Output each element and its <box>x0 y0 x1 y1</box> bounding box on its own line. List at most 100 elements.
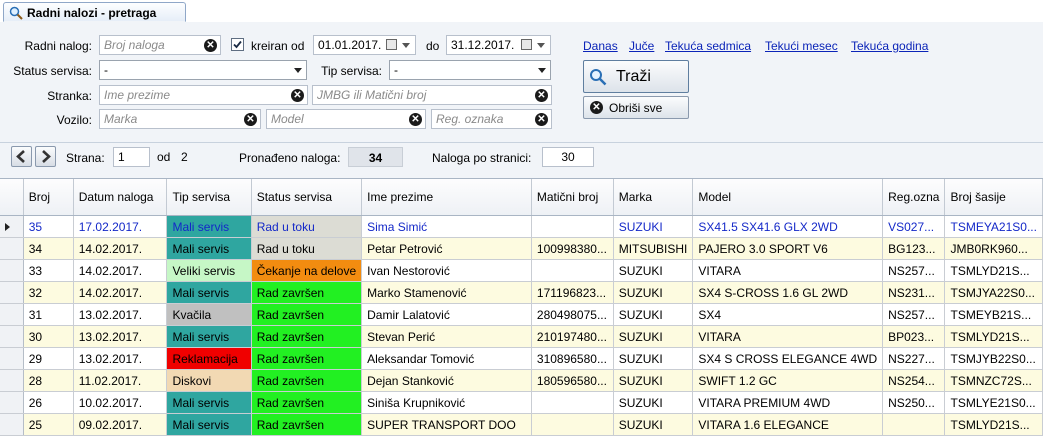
cell-model[interactable]: SX4 <box>692 303 884 326</box>
per-page-input[interactable]: 30 <box>542 147 594 167</box>
cell-ime[interactable]: Stevan Perić <box>361 325 532 348</box>
row-indicator[interactable] <box>0 413 24 436</box>
tab-radni-nalozi-pretraga[interactable]: Radni nalozi - pretraga <box>3 2 186 22</box>
cell-sasija[interactable]: TSMEYB21S... <box>944 303 1043 326</box>
cell-maticni[interactable] <box>531 215 614 238</box>
cell-tip[interactable]: Kvačila <box>166 303 252 326</box>
reg-oznaka-input[interactable]: Reg. oznaka ✕ <box>431 109 552 129</box>
cell-reg[interactable]: NS257... <box>882 259 946 282</box>
cell-reg[interactable]: NS257... <box>882 303 946 326</box>
cell-tip[interactable]: Reklamacija <box>166 347 252 370</box>
cell-datum[interactable]: 14.02.2017. <box>73 281 168 304</box>
marka-input[interactable]: Marka ✕ <box>99 109 261 129</box>
link-tekuca-godina[interactable]: Tekuća godina <box>851 39 928 53</box>
row-indicator[interactable] <box>0 369 24 392</box>
cell-model[interactable]: VITARA PREMIUM 4WD <box>692 391 884 414</box>
cell-tip[interactable]: Mali servis <box>166 391 252 414</box>
column-header-model[interactable]: Model <box>692 179 884 216</box>
link-tekuca-sedmica[interactable]: Tekuća sedmica <box>665 39 751 53</box>
broj-naloga-input[interactable]: Broj naloga ✕ <box>99 35 221 55</box>
cell-sasija[interactable]: TSMJYB22S0... <box>944 347 1043 370</box>
link-tekuci-mesec[interactable]: Tekući mesec <box>765 39 838 53</box>
table-row[interactable]: 34 14.02.2017. Mali servis Rad u toku Petar … <box>0 237 1043 260</box>
column-header-status[interactable]: Status servisa <box>251 179 363 216</box>
cell-status[interactable]: Rad završen <box>251 391 363 414</box>
cell-marka[interactable]: SUZUKI <box>613 215 694 238</box>
cell-datum[interactable]: 14.02.2017. <box>73 237 168 260</box>
ime-prezime-input[interactable]: Ime prezime ✕ <box>99 85 308 105</box>
table-row[interactable]: 32 14.02.2017. Mali servis Rad završen Marko… <box>0 281 1043 304</box>
cell-sasija[interactable]: JMB0RK960... <box>944 237 1043 260</box>
cell-datum[interactable]: 09.02.2017. <box>73 413 168 436</box>
row-indicator[interactable] <box>0 391 24 414</box>
cell-ime[interactable]: Dejan Stanković <box>361 369 532 392</box>
clear-icon[interactable]: ✕ <box>244 113 257 126</box>
cell-maticni[interactable]: 180596580... <box>531 369 614 392</box>
cell-ime[interactable]: SUPER TRANSPORT DOO <box>361 413 532 436</box>
table-row[interactable]: 35 17.02.2017. Mali servis Rad u toku Sima S… <box>0 215 1043 238</box>
cell-status[interactable]: Rad završen <box>251 369 363 392</box>
cell-sasija[interactable]: TSMNZC72S... <box>944 369 1043 392</box>
cell-maticni[interactable]: 210197480... <box>531 325 614 348</box>
cell-reg[interactable]: NS231... <box>882 281 946 304</box>
cell-broj[interactable]: 31 <box>23 303 74 326</box>
cell-tip[interactable]: Veliki servis <box>166 259 252 282</box>
clear-icon[interactable]: ✕ <box>204 39 217 52</box>
kreiran-od-checkbox[interactable] <box>231 38 244 51</box>
next-page-button[interactable] <box>35 146 56 167</box>
cell-broj[interactable]: 33 <box>23 259 74 282</box>
cell-status[interactable]: Rad završen <box>251 303 363 326</box>
cell-ime[interactable]: Sima Simić <box>361 215 532 238</box>
link-juce[interactable]: Juče <box>629 39 654 53</box>
table-row[interactable]: 31 13.02.2017. Kvačila Rad završen Damir Lal… <box>0 303 1043 326</box>
cell-model[interactable]: SX4 S-CROSS 1.6 GL 2WD <box>692 281 884 304</box>
cell-marka[interactable]: SUZUKI <box>613 303 694 326</box>
row-indicator[interactable] <box>0 303 24 326</box>
calendar-icon[interactable] <box>386 39 397 50</box>
cell-datum[interactable]: 13.02.2017. <box>73 347 168 370</box>
cell-sasija[interactable]: TSMLYE21S0... <box>944 391 1043 414</box>
table-row[interactable]: 28 11.02.2017. Diskovi Rad završen Dejan Sta… <box>0 369 1043 392</box>
previous-page-button[interactable] <box>11 146 32 167</box>
cell-tip[interactable]: Mali servis <box>166 215 252 238</box>
cell-maticni[interactable] <box>531 413 614 436</box>
date-to-input[interactable]: 31.12.2017. <box>446 35 551 55</box>
cell-tip[interactable]: Diskovi <box>166 369 252 392</box>
cell-sasija[interactable]: TSMLYD21S... <box>944 259 1043 282</box>
cell-marka[interactable]: MITSUBISHI <box>613 237 694 260</box>
row-indicator[interactable] <box>0 237 24 260</box>
row-indicator[interactable] <box>0 259 24 282</box>
cell-tip[interactable]: Mali servis <box>166 325 252 348</box>
cell-broj[interactable]: 26 <box>23 391 74 414</box>
cell-broj[interactable]: 32 <box>23 281 74 304</box>
status-servisa-select[interactable]: - <box>99 60 307 80</box>
cell-broj[interactable]: 30 <box>23 325 74 348</box>
column-header-sasija[interactable]: Broj šasije <box>944 179 1043 216</box>
page-input[interactable]: 1 <box>113 147 150 167</box>
clear-icon[interactable]: ✕ <box>535 89 548 102</box>
cell-maticni[interactable]: 310896580... <box>531 347 614 370</box>
table-row[interactable]: 30 13.02.2017. Mali servis Rad završen Steva… <box>0 325 1043 348</box>
column-header-broj[interactable]: Broj <box>23 179 74 216</box>
cell-reg[interactable]: NS250... <box>882 391 946 414</box>
trazi-button[interactable]: Traži <box>583 60 689 93</box>
date-from-input[interactable]: 01.01.2017. <box>313 35 416 55</box>
cell-maticni[interactable]: 171196823... <box>531 281 614 304</box>
cell-maticni[interactable]: 100998380... <box>531 237 614 260</box>
cell-model[interactable]: SX41.5 SX41.6 GLX 2WD <box>692 215 884 238</box>
row-indicator[interactable] <box>0 281 24 304</box>
column-header-datum[interactable]: Datum naloga <box>73 179 168 216</box>
cell-model[interactable]: SWIFT 1.2 GC <box>692 369 884 392</box>
cell-marka[interactable]: SUZUKI <box>613 413 694 436</box>
column-header-reg[interactable]: Reg.ozna <box>882 179 946 216</box>
cell-status[interactable]: Rad završen <box>251 325 363 348</box>
column-header-maticni[interactable]: Matični broj <box>531 179 614 216</box>
cell-status[interactable]: Rad u toku <box>251 215 363 238</box>
cell-model[interactable]: SX4 S CROSS ELEGANCE 4WD <box>692 347 884 370</box>
table-row[interactable]: 33 14.02.2017. Veliki servis Čekanje na del… <box>0 259 1043 282</box>
cell-reg[interactable]: VS027... <box>882 215 946 238</box>
cell-tip[interactable]: Mali servis <box>166 237 252 260</box>
column-header-ime[interactable]: Ime prezime <box>361 179 532 216</box>
cell-model[interactable]: VITARA <box>692 325 884 348</box>
cell-broj[interactable]: 29 <box>23 347 74 370</box>
